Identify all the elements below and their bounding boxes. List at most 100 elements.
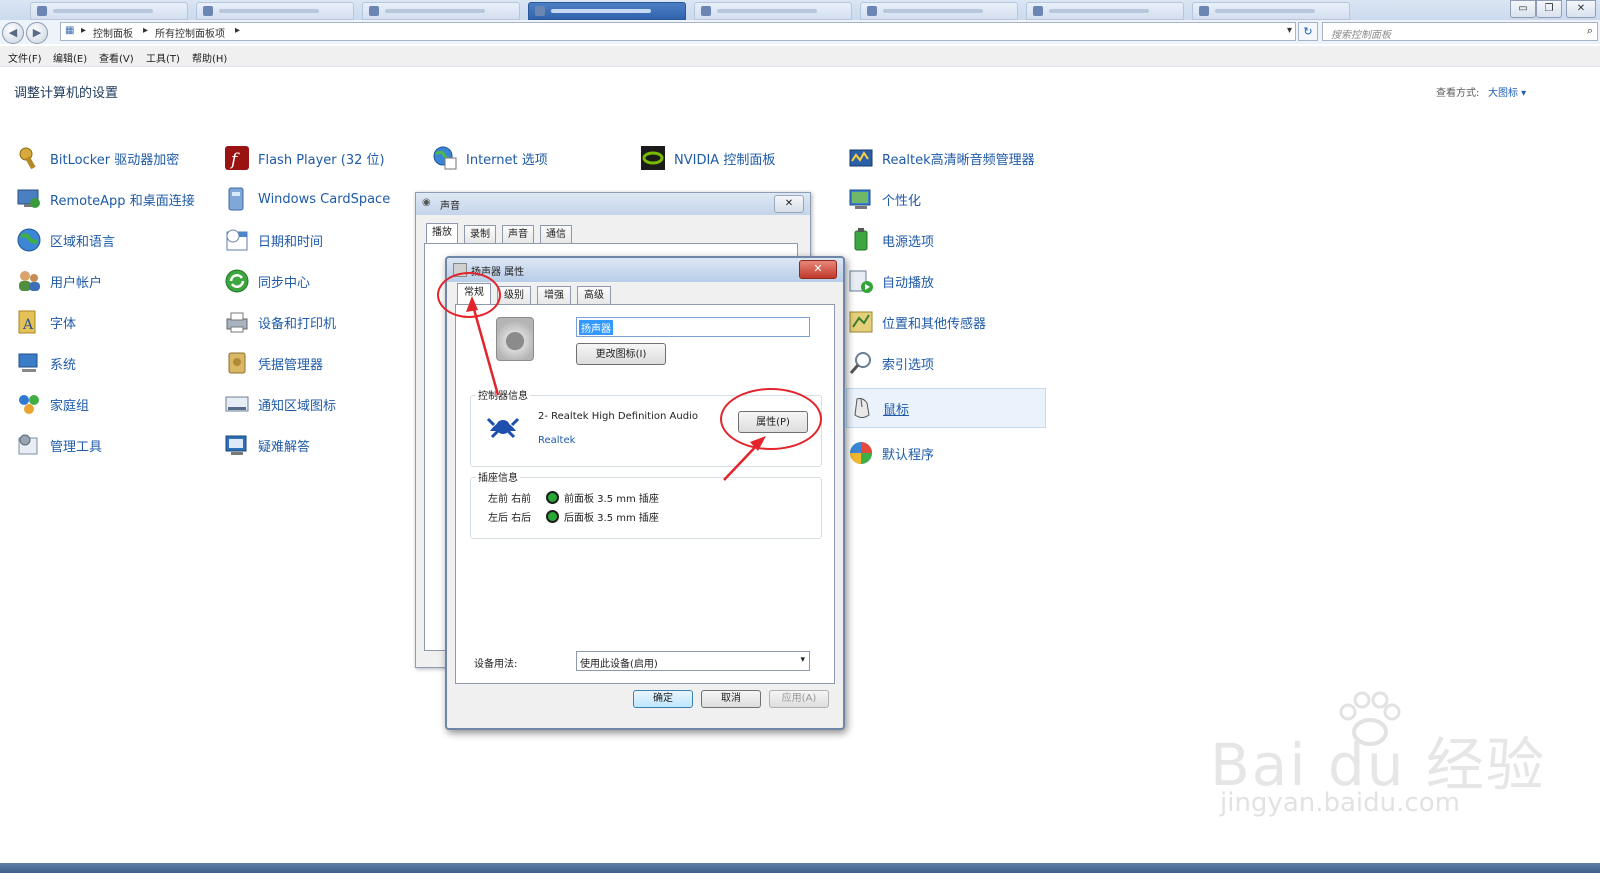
apply-button[interactable]: 应用(A) — [769, 690, 829, 708]
menu-view[interactable]: 查看(V) — [99, 50, 134, 65]
cp-item-label: BitLocker 驱动器加密 — [50, 152, 180, 168]
speaker-device-icon — [496, 317, 534, 361]
change-icon-button[interactable]: 更改图标(I) — [576, 343, 666, 365]
cp-item-date-time[interactable]: 日期和时间 — [224, 221, 323, 259]
cp-item-label: 用户帐户 — [50, 275, 103, 291]
cp-item-label: 凭据管理器 — [258, 357, 324, 373]
cp-item-location-sensors[interactable]: 位置和其他传感器 — [848, 303, 986, 341]
power-icon — [848, 227, 874, 253]
taskbar-tab[interactable] — [1026, 2, 1184, 20]
taskbar-tab[interactable] — [196, 2, 354, 20]
cp-item-homegroup[interactable]: 家庭组 — [16, 385, 89, 423]
tab-recording[interactable]: 录制 — [464, 225, 496, 244]
chevron-down-icon: ▾ — [800, 655, 805, 665]
menu-help[interactable]: 帮助(H) — [192, 50, 227, 65]
tab-levels[interactable]: 级别 — [497, 286, 531, 305]
search-input[interactable]: 搜索控制面板 ⌕ — [1322, 22, 1598, 41]
tab-sounds[interactable]: 声音 — [502, 225, 534, 244]
taskbar — [0, 863, 1600, 873]
maximize-button[interactable]: ❐ — [1536, 0, 1562, 18]
cp-item-remoteapp[interactable]: RemoteApp 和桌面连接 — [16, 180, 195, 218]
taskbar-tab[interactable] — [362, 2, 520, 20]
chevron-down-icon[interactable]: ▾ — [1287, 25, 1292, 36]
cp-item-credential-manager[interactable]: 凭据管理器 — [224, 344, 323, 382]
device-usage-label: 设备用法: — [474, 659, 518, 670]
search-placeholder: 搜索控制面板 — [1331, 30, 1391, 41]
jack-description: 后面板 3.5 mm 插座 — [564, 513, 659, 524]
cp-item-label: 字体 — [50, 316, 77, 332]
users-icon — [16, 268, 42, 294]
cp-item-region-language[interactable]: 区域和语言 — [16, 221, 115, 259]
cp-item-troubleshooting[interactable]: 疑难解答 — [224, 426, 310, 464]
cp-item-flash-player[interactable]: f Flash Player (32 位) — [224, 139, 385, 177]
cp-item-notification-icons[interactable]: 通知区域图标 — [224, 385, 336, 423]
taskbar-tab[interactable] — [694, 2, 852, 20]
sound-dialog-titlebar[interactable]: ◉ 声音 ✕ — [416, 193, 810, 215]
ok-button[interactable]: 确定 — [633, 690, 693, 708]
cp-item-nvidia[interactable]: NVIDIA 控制面板 — [640, 139, 775, 177]
cardspace-icon — [224, 186, 250, 212]
tab-communications[interactable]: 通信 — [540, 225, 572, 244]
search-icon[interactable]: ⌕ — [1587, 24, 1593, 38]
taskbar-tab-active[interactable] — [528, 2, 686, 20]
menu-tools[interactable]: 工具(T) — [146, 50, 180, 65]
cancel-button[interactable]: 取消 — [701, 690, 761, 708]
taskbar-tab[interactable] — [860, 2, 1018, 20]
controller-vendor-link[interactable]: Realtek — [538, 435, 575, 446]
cp-item-sync-center[interactable]: 同步中心 — [224, 262, 310, 300]
menu-file[interactable]: 文件(F) — [8, 50, 42, 65]
refresh-button[interactable]: ↻ — [1298, 22, 1318, 41]
menu-edit[interactable]: 编辑(E) — [53, 50, 87, 65]
breadcrumb-item[interactable]: 控制面板 — [93, 25, 133, 40]
cp-item-realtek-manager[interactable]: Realtek高清晰音频管理器 — [848, 139, 1035, 177]
cp-item-system[interactable]: 系统 — [16, 344, 76, 382]
breadcrumb-item[interactable]: 所有控制面板项 — [155, 25, 225, 40]
cp-item-personalization[interactable]: 个性化 — [848, 180, 921, 218]
taskbar-tab[interactable] — [1192, 2, 1350, 20]
forward-button[interactable]: ▶ — [26, 22, 48, 44]
cp-item-label: 日期和时间 — [258, 234, 324, 250]
key-icon — [16, 145, 42, 171]
cp-item-label: 位置和其他传感器 — [882, 316, 987, 332]
address-bar[interactable]: ▦ ▸ 控制面板 ▸ 所有控制面板项 ▸ ▾ — [60, 22, 1296, 41]
mouse-icon — [849, 395, 875, 421]
back-button[interactable]: ◀ — [2, 22, 24, 44]
close-window-button[interactable]: ✕ — [1566, 0, 1596, 18]
troubleshoot-icon — [224, 432, 250, 458]
jack-color-icon — [546, 510, 559, 523]
cp-item-bitlocker[interactable]: BitLocker 驱动器加密 — [16, 139, 179, 177]
cp-item-default-programs[interactable]: 默认程序 — [848, 434, 934, 472]
cp-item-admin-tools[interactable]: 管理工具 — [16, 426, 102, 464]
device-name-field[interactable]: 扬声器 — [576, 317, 810, 337]
index-icon — [848, 350, 874, 376]
cp-item-mouse[interactable]: 鼠标 — [846, 388, 1046, 428]
view-by-dropdown[interactable]: 大图标 ▾ — [1488, 84, 1526, 99]
cp-item-internet-options[interactable]: Internet 选项 — [432, 139, 548, 177]
cp-item-fonts[interactable]: A 字体 — [16, 303, 76, 341]
cp-item-power-options[interactable]: 电源选项 — [848, 221, 934, 259]
controller-group-label: 控制器信息 — [476, 387, 530, 402]
autoplay-icon — [848, 268, 874, 294]
cp-item-user-accounts[interactable]: 用户帐户 — [16, 262, 102, 300]
tab-advanced[interactable]: 高级 — [577, 286, 611, 305]
computer-icon — [16, 350, 42, 376]
close-button[interactable]: ✕ — [799, 260, 837, 279]
speaker-dialog-titlebar[interactable]: 扬声器 属性 ✕ — [447, 258, 843, 282]
jack-group-label: 插座信息 — [476, 469, 520, 484]
tab-enhancements[interactable]: 增强 — [537, 286, 571, 305]
minimize-button[interactable]: ▭ — [1510, 0, 1536, 18]
device-usage-select[interactable]: 使用此设备(启用) ▾ — [576, 651, 810, 671]
cp-item-label: 管理工具 — [50, 439, 103, 455]
nvidia-icon — [640, 145, 666, 171]
taskbar-tab[interactable] — [30, 2, 188, 20]
credential-icon — [224, 350, 250, 376]
cp-item-cardspace[interactable]: Windows CardSpace — [224, 180, 390, 218]
cp-item-indexing-options[interactable]: 索引选项 — [848, 344, 934, 382]
cp-item-label: 系统 — [50, 357, 77, 373]
controller-name: 2- Realtek High Definition Audio — [538, 411, 698, 422]
cp-item-label: Flash Player (32 位) — [258, 152, 385, 168]
cp-item-autoplay[interactable]: 自动播放 — [848, 262, 934, 300]
tab-playback[interactable]: 播放 — [426, 223, 458, 244]
close-icon[interactable]: ✕ — [774, 195, 804, 213]
cp-item-devices-printers[interactable]: 设备和打印机 — [224, 303, 336, 341]
